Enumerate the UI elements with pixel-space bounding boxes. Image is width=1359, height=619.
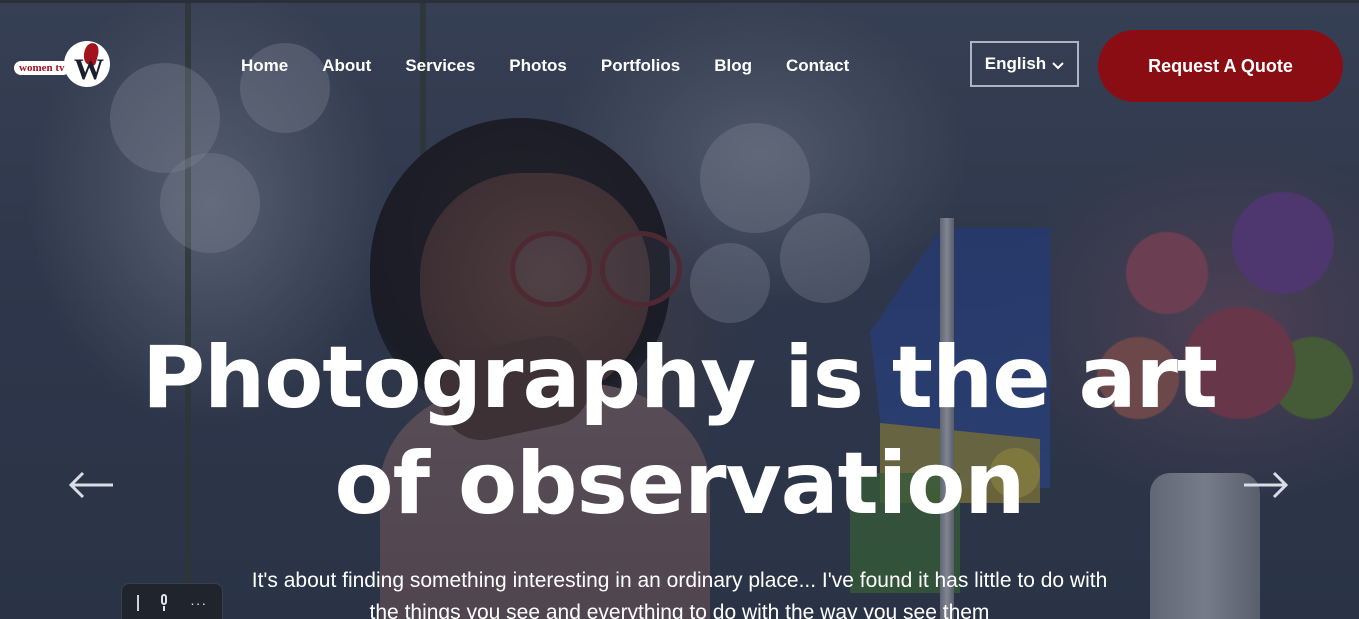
logo-letter: W bbox=[74, 53, 104, 86]
hero-subline-line2: the things you see and everything to do … bbox=[369, 601, 990, 619]
hero-headline-line1: Photography is the art bbox=[141, 328, 1218, 428]
microphone-icon[interactable] bbox=[156, 594, 172, 612]
nav-blog[interactable]: Blog bbox=[714, 55, 752, 77]
request-quote-button[interactable]: Request A Quote bbox=[1098, 30, 1343, 102]
nav-photos[interactable]: Photos bbox=[509, 55, 567, 77]
nav-contact[interactable]: Contact bbox=[786, 55, 849, 77]
logo-text: women tv bbox=[14, 61, 70, 75]
chevron-down-icon bbox=[1052, 58, 1064, 72]
nav-about[interactable]: About bbox=[322, 55, 371, 77]
nav-home[interactable]: Home bbox=[241, 55, 288, 77]
hero-headline-line2: of observation bbox=[334, 434, 1026, 534]
language-label: English bbox=[984, 54, 1047, 73]
grip-icon[interactable] bbox=[136, 595, 139, 611]
site-logo[interactable]: W women tv bbox=[14, 39, 114, 93]
hero-section: W women tv Home About Services Photos Po… bbox=[0, 0, 1359, 619]
language-selector[interactable]: English bbox=[970, 41, 1079, 87]
nav-portfolios[interactable]: Portfolios bbox=[601, 55, 680, 77]
main-nav: Home About Services Photos Portfolios Bl… bbox=[241, 55, 883, 77]
hero-subline: It's about finding something interesting… bbox=[210, 565, 1149, 619]
hero-headline: Photography is the art of observation bbox=[0, 325, 1359, 537]
floating-mini-toolbar: ··· bbox=[121, 583, 223, 619]
nav-services[interactable]: Services bbox=[405, 55, 475, 77]
more-icon[interactable]: ··· bbox=[190, 596, 207, 610]
hero-subline-line1: It's about finding something interesting… bbox=[251, 569, 1108, 592]
